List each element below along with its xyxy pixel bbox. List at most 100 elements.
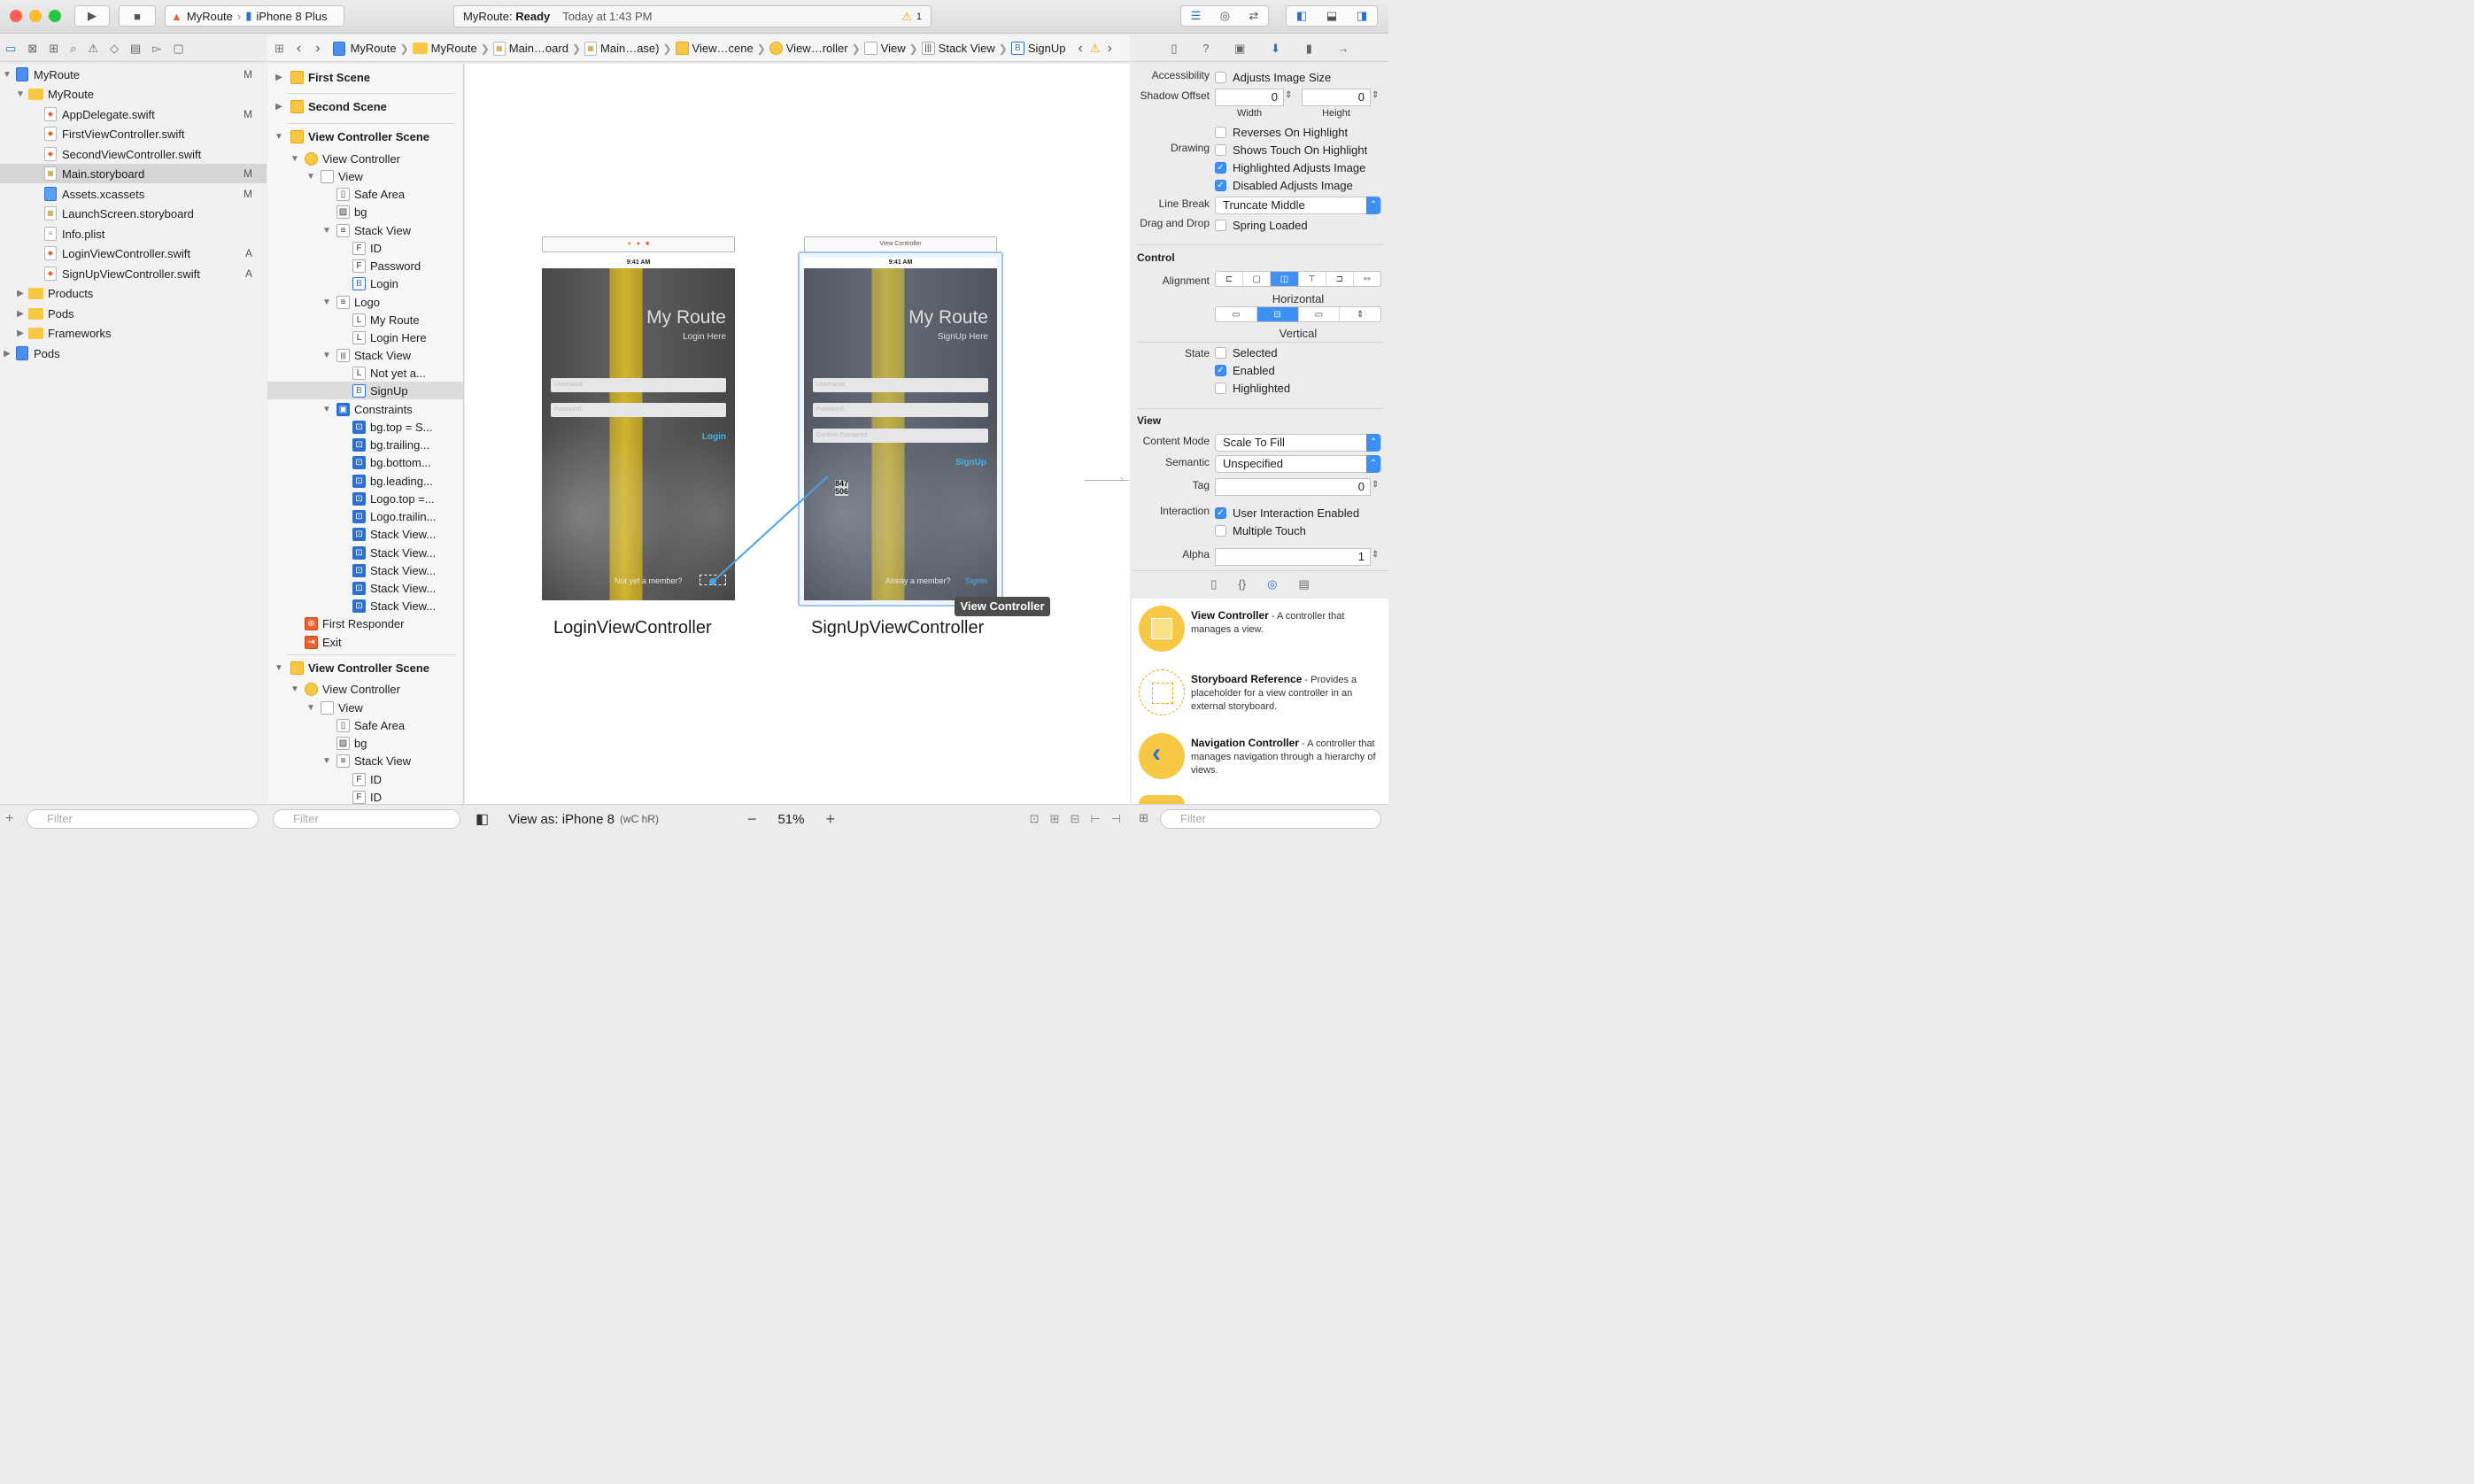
outline-item[interactable]: F ID <box>267 770 463 788</box>
report-icon[interactable]: ▢ <box>173 42 183 56</box>
outline-item[interactable]: ▯ Safe Area <box>267 185 463 203</box>
zoom-in-icon[interactable]: + <box>825 810 835 829</box>
outline-item[interactable]: ⇥ Exit <box>267 633 463 651</box>
back-icon[interactable]: ‹ <box>297 41 301 57</box>
help-icon[interactable]: ? <box>1202 42 1209 55</box>
outline-scene[interactable]: ▼ View Controller Scene <box>267 659 463 676</box>
previous-issue-icon[interactable]: ‹ <box>1078 41 1082 57</box>
outline-item[interactable]: F Password <box>267 257 463 274</box>
nav-item-file[interactable]: ◆ SignUpViewController.swift A <box>0 264 267 283</box>
breadcrumb-storyboard[interactable]: ▦ Main…oard <box>490 41 572 56</box>
stop-button[interactable]: ■ <box>119 5 156 27</box>
align-middle-icon[interactable]: ⊟ <box>1256 307 1299 321</box>
view-as-device[interactable]: View as: iPhone 8 <box>508 812 615 827</box>
outline-item[interactable]: ▯ Safe Area <box>267 716 463 734</box>
outline-scene[interactable]: ▶ First Scene <box>267 68 463 86</box>
source-control-icon[interactable]: ⊠ <box>27 42 37 56</box>
stepper-icon[interactable]: ⇕ <box>1372 480 1379 490</box>
embed-icon[interactable]: ⊡ <box>1030 812 1040 826</box>
breadcrumb-view[interactable]: View <box>861 42 909 55</box>
version-editor-icon[interactable]: ⇄ <box>1249 9 1258 23</box>
outline-constraint[interactable]: ⊡ bg.leading... <box>267 472 463 490</box>
outline-item[interactable]: L Not yet a... <box>267 364 463 382</box>
align-fill-icon[interactable]: ◫ <box>1271 272 1299 286</box>
issue-icon[interactable]: ⚠ <box>88 42 98 56</box>
storyboard-canvas[interactable]: ● ● ■ 9:41 AM My Route Login Here Userna… <box>465 64 1130 804</box>
warning-icon[interactable]: ⚠ <box>901 10 912 24</box>
adjusts-image-size-checkbox[interactable]: Adjusts Image Size <box>1215 71 1331 84</box>
outline-constraint[interactable]: ⊡ bg.bottom... <box>267 453 463 471</box>
outline-constraint[interactable]: ⊡ Logo.top =... <box>267 490 463 507</box>
outline-item[interactable]: ▼ View Controller <box>267 680 463 698</box>
outline-item[interactable]: ▼ View <box>267 699 463 716</box>
outline-item[interactable]: ▼ View <box>267 167 463 185</box>
nav-item-project[interactable]: ▼ MyRoute M <box>0 65 267 84</box>
breakpoint-icon[interactable]: ▻ <box>152 42 161 56</box>
next-issue-icon[interactable]: › <box>1107 41 1111 57</box>
semantic-popup[interactable]: Unspecified <box>1215 455 1381 473</box>
align-icon[interactable]: ⊟ <box>1070 812 1079 826</box>
outline-item[interactable]: L My Route <box>267 311 463 328</box>
outline-scene[interactable]: ▶ Second Scene <box>267 97 463 115</box>
identity-inspector-icon[interactable]: ▣ <box>1234 42 1245 56</box>
navigator-filter-input[interactable]: Filter <box>27 809 259 829</box>
add-icon[interactable]: + <box>5 811 13 827</box>
outline-item[interactable]: ▼ ≡ Logo <box>267 293 463 311</box>
debug-icon[interactable]: ▤ <box>130 42 141 56</box>
code-snippet-icon[interactable]: {} <box>1238 577 1246 591</box>
outline-item[interactable]: ▨ bg <box>267 203 463 220</box>
scheme-selector[interactable]: ▲ MyRoute › ▮ iPhone 8 Plus <box>165 5 344 27</box>
outline-item[interactable]: L Login Here <box>267 328 463 346</box>
close-window-button[interactable] <box>10 10 22 22</box>
tag-field[interactable]: 0 <box>1215 478 1371 496</box>
run-button[interactable]: ▶ <box>74 5 110 27</box>
warning-icon[interactable]: ⚠ <box>1090 42 1101 56</box>
nav-item-folder[interactable]: ▶ Frameworks <box>0 323 267 343</box>
nav-item-file[interactable]: Assets.xcassets M <box>0 184 267 204</box>
outline-constraint[interactable]: ⊡ Stack View... <box>267 561 463 579</box>
multiple-touch-checkbox[interactable]: Multiple Touch <box>1215 524 1306 537</box>
align-left-icon[interactable]: ⊏ <box>1216 272 1244 286</box>
warning-count[interactable]: 1 <box>916 12 922 22</box>
outline-constraint[interactable]: ⊡ Logo.trailin... <box>267 507 463 525</box>
spring-loaded-checkbox[interactable]: Spring Loaded <box>1215 219 1308 232</box>
standard-editor-icon[interactable]: ☰ <box>1191 9 1202 23</box>
outline-constraint[interactable]: ⊡ Stack View... <box>267 525 463 543</box>
nav-item-folder[interactable]: ▶ Pods <box>0 304 267 323</box>
align-center-icon[interactable]: ▢ <box>1243 272 1272 286</box>
resolve-issues-icon[interactable]: ⊣ <box>1111 812 1121 826</box>
breadcrumb-stack-view[interactable]: ||| Stack View <box>918 42 999 55</box>
nav-item-project[interactable]: ▶ Pods <box>0 344 267 363</box>
outline-item[interactable]: ⊕ First Responder <box>267 614 463 632</box>
library-item-navigation-controller[interactable]: ‹ Navigation Controller - A controller t… <box>1132 726 1388 788</box>
update-frames-icon[interactable]: ⊞ <box>1050 812 1060 826</box>
align-right-icon[interactable]: ⊐ <box>1326 272 1354 286</box>
breadcrumb-folder[interactable]: MyRoute <box>409 42 481 55</box>
forward-icon[interactable]: › <box>315 41 320 57</box>
align-vfill-icon[interactable]: ⇕ <box>1340 307 1380 321</box>
connections-inspector-icon[interactable]: → <box>1338 42 1349 55</box>
nav-item-file[interactable]: ◆ LoginViewController.swift A <box>0 243 267 263</box>
stepper-icon[interactable]: ⇕ <box>1372 90 1379 100</box>
outline-constraint[interactable]: ⊡ bg.top = S... <box>267 418 463 436</box>
user-interaction-checkbox[interactable]: ✓ User Interaction Enabled <box>1215 506 1359 520</box>
outline-item[interactable]: ▼ ≡ Stack View <box>267 221 463 239</box>
highlighted-adjusts-checkbox[interactable]: ✓ Highlighted Adjusts Image <box>1215 161 1365 174</box>
breadcrumb-scene[interactable]: View…cene <box>672 42 757 55</box>
nav-item-file[interactable]: ◆ SecondViewController.swift <box>0 144 267 164</box>
outline-scene[interactable]: ▼ View Controller Scene <box>267 128 463 145</box>
align-top-icon[interactable]: ▭ <box>1216 307 1257 321</box>
stepper-icon[interactable]: ⇕ <box>1285 90 1292 100</box>
highlighted-checkbox[interactable]: Highlighted <box>1215 382 1290 395</box>
zoom-window-button[interactable] <box>49 10 61 22</box>
zoom-level[interactable]: 51% <box>777 812 804 827</box>
outline-constraint[interactable]: ⊡ bg.trailing... <box>267 436 463 453</box>
outline-constraint[interactable]: ⊡ Stack View... <box>267 544 463 561</box>
breadcrumb-controller[interactable]: View…roller <box>766 42 852 55</box>
line-break-popup[interactable]: Truncate Middle <box>1215 197 1381 214</box>
outline-item[interactable]: ▨ bg <box>267 734 463 752</box>
stepper-icon[interactable]: ⇕ <box>1372 550 1379 560</box>
breadcrumb-button[interactable]: B SignUp <box>1008 42 1070 55</box>
outline-item[interactable]: F ID <box>267 239 463 257</box>
align-bottom-icon[interactable]: ▭ <box>1299 307 1341 321</box>
